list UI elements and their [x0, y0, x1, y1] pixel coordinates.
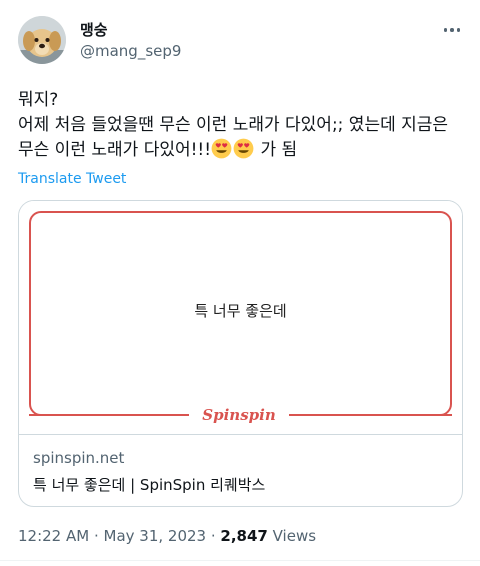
link-card[interactable]: 특 너무 좋은데 Spinspin spinspin.net 특 너무 좋은데 … [18, 200, 463, 507]
bottom-divider [0, 560, 480, 561]
card-media-frame: 특 너무 좋은데 [29, 211, 452, 416]
heart-eyes-emoji-icon [233, 138, 254, 159]
heart-eyes-emoji-icon [211, 138, 232, 159]
tweet-text: 뭐지? 어제 처음 들었을땐 무슨 이런 노래가 다있어;; 였는데 지금은 무… [18, 88, 468, 163]
card-media-text: 특 너무 좋은데 [194, 302, 287, 320]
tweet: 맹숭 @mang_sep9 뭐지? 어제 처음 들었을땐 무슨 이런 노래가 다… [0, 0, 480, 566]
tweet-line-2: 어제 처음 들었을땐 무슨 이런 노래가 다있어;; 였는데 지금은 [18, 115, 449, 135]
link-card-domain: spinspin.net [33, 449, 125, 467]
tweet-time[interactable]: 12:22 AM [18, 527, 89, 545]
link-card-media[interactable]: 특 너무 좋은데 Spinspin [19, 201, 462, 435]
views-count[interactable]: 2,847 [220, 527, 267, 545]
tweet-line-1: 뭐지? [18, 90, 59, 110]
author-display-name[interactable]: 맹숭 [80, 19, 108, 40]
tweet-line-3-suffix: 가 됨 [255, 140, 298, 160]
brand-divider-right [289, 414, 452, 416]
meta-separator: · [89, 527, 104, 545]
brand-divider-left [29, 414, 189, 416]
spinspin-logo: Spinspin [189, 404, 289, 426]
tweet-meta: 12:22 AM · May 31, 2023 · 2,847 Views [18, 527, 316, 545]
tweet-line-3: 무슨 이런 노래가 다있어!!! 가 됨 [18, 138, 468, 163]
tweet-line-3-text: 무슨 이런 노래가 다있어!!! [18, 140, 212, 160]
author-handle[interactable]: @mang_sep9 [80, 42, 181, 60]
tweet-date[interactable]: May 31, 2023 [104, 527, 207, 545]
avatar[interactable] [18, 16, 66, 64]
more-options-icon[interactable] [438, 20, 466, 40]
views-label: Views [267, 527, 317, 545]
translate-tweet-link[interactable]: Translate Tweet [18, 171, 126, 187]
dog-avatar-image [18, 16, 66, 64]
link-card-title: 특 너무 좋은데 | SpinSpin 리퀘박스 [33, 476, 266, 494]
meta-separator: · [206, 527, 221, 545]
